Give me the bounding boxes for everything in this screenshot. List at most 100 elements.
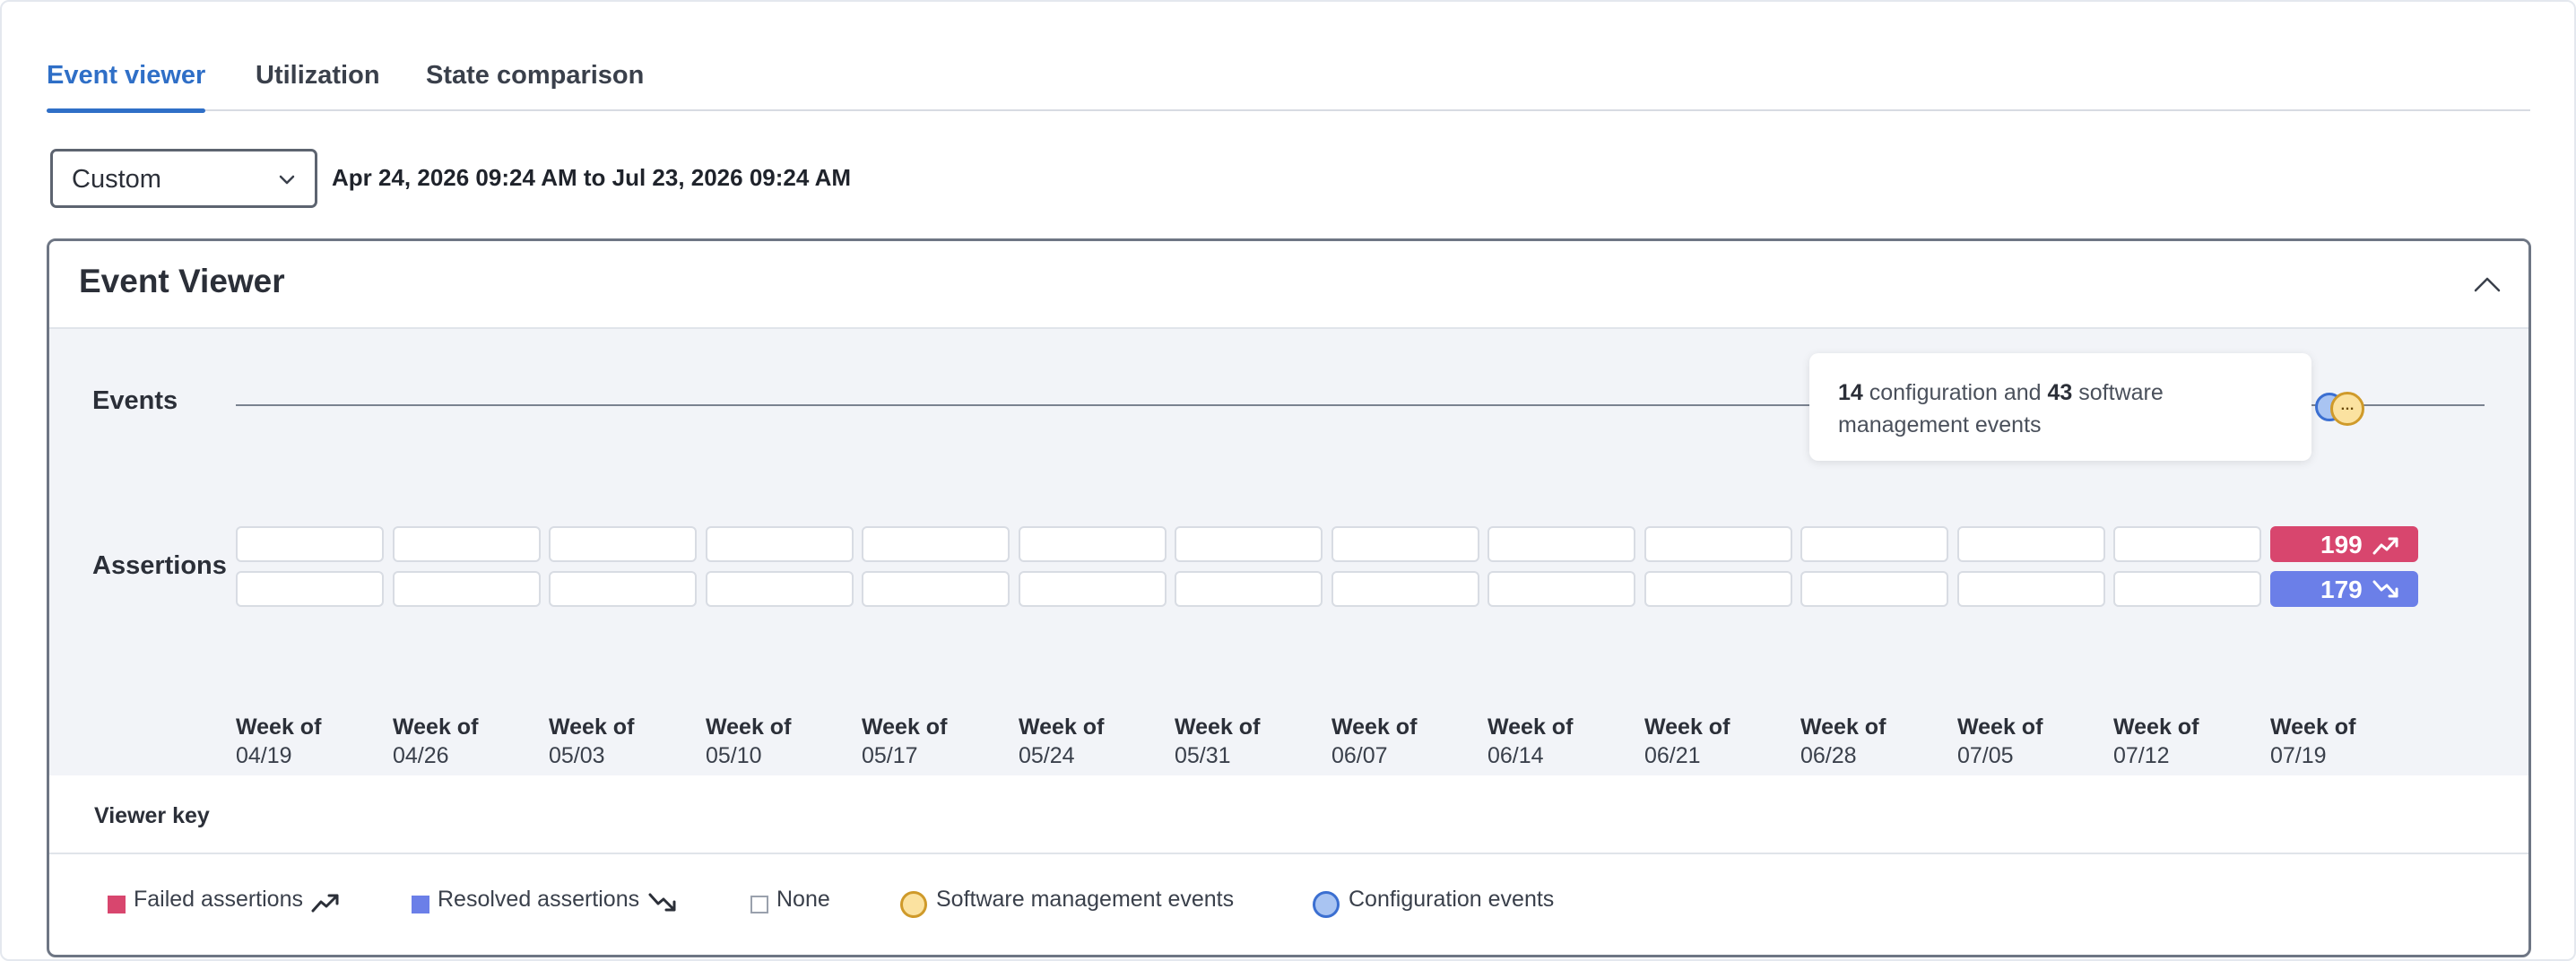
failed-assertions-cell[interactable] <box>1487 526 1635 562</box>
week-label: Week of 06/14 <box>1487 713 1573 770</box>
tab-bar: Event viewer Utilization State compariso… <box>47 52 2530 113</box>
week-label-date: 05/17 <box>862 743 918 768</box>
week-label: Week of 05/17 <box>862 713 947 770</box>
failed-assertions-cell[interactable] <box>1957 526 2105 562</box>
week-label-date: 04/19 <box>236 743 292 768</box>
week-label-prefix: Week of <box>1487 714 1574 740</box>
failed-assertions-cell[interactable] <box>706 526 854 562</box>
resolved-assertions-cell[interactable] <box>1175 571 1323 607</box>
tab-utilization[interactable]: Utilization <box>256 61 380 111</box>
resolved-assertions-cell[interactable] <box>549 571 697 607</box>
chevron-down-icon <box>279 175 295 185</box>
tooltip-config-count: 14 <box>1838 380 1863 405</box>
software-event-marker[interactable]: … <box>2330 392 2364 426</box>
software-event-circle-icon <box>900 891 927 918</box>
legend-resolved-label: Resolved assertions <box>438 887 640 912</box>
week-label-date: 06/07 <box>1331 743 1388 768</box>
legend-software-label: Software management events <box>936 887 1235 912</box>
resolved-assertions-cell[interactable] <box>706 571 854 607</box>
week-label-date: 06/21 <box>1644 743 1701 768</box>
trend-down-icon <box>648 893 676 912</box>
chevron-up-icon[interactable] <box>2473 272 2502 297</box>
panel-title: Event Viewer <box>79 263 285 299</box>
week-label-prefix: Week of <box>1800 714 1886 740</box>
week-label-prefix: Week of <box>2270 714 2356 740</box>
event-viewer-panel: Event Viewer Events 14 configuration and… <box>47 238 2531 957</box>
events-tooltip: 14 configuration and 43 software managem… <box>1809 353 2311 461</box>
failed-assertions-cell[interactable] <box>1800 526 1948 562</box>
week-label: Week of 07/19 <box>2270 713 2355 770</box>
viewer-key-title: Viewer key <box>94 803 210 828</box>
tooltip-config-text: configuration and <box>1862 380 2048 405</box>
events-row-label: Events <box>92 386 178 415</box>
date-range-select[interactable]: Custom <box>50 149 317 208</box>
resolved-assertions-cell[interactable] <box>862 571 1010 607</box>
week-label-date: 07/05 <box>1957 743 2014 768</box>
event-timeline: Events 14 configuration and 43 software … <box>49 329 2528 775</box>
failed-assertions-cell[interactable] <box>1175 526 1323 562</box>
legend-config-label: Configuration events <box>1349 887 1555 912</box>
failed-assertions-cell[interactable] <box>862 526 1010 562</box>
week-label-prefix: Week of <box>1957 714 2043 740</box>
week-label: Week of 07/12 <box>2113 713 2199 770</box>
trend-up-icon <box>311 894 339 913</box>
resolved-assertions-cell[interactable] <box>1019 571 1167 607</box>
week-label-prefix: Week of <box>1019 714 1105 740</box>
legend-failed-label: Failed assertions <box>134 887 303 912</box>
failed-assertions-cell[interactable] <box>2113 526 2261 562</box>
resolved-assertions-cell[interactable] <box>393 571 541 607</box>
week-label-prefix: Week of <box>1644 714 1730 740</box>
week-label-date: 07/19 <box>2270 743 2327 768</box>
panel-header: Event Viewer <box>49 241 2528 329</box>
failed-swatch-icon <box>108 896 126 913</box>
week-label-date: 07/12 <box>2113 743 2170 768</box>
trend-up-icon <box>2372 537 2398 555</box>
resolved-assertions-count: 179 <box>2320 576 2363 603</box>
week-label-date: 05/24 <box>1019 743 1075 768</box>
failed-assertions-cell[interactable]: 199 <box>2270 526 2418 562</box>
failed-assertions-cell[interactable] <box>1019 526 1167 562</box>
resolved-assertions-cell[interactable] <box>1487 571 1635 607</box>
tab-state-comparison[interactable]: State comparison <box>426 61 644 111</box>
date-range-text: Apr 24, 2026 09:24 AM to Jul 23, 2026 09… <box>332 164 852 191</box>
week-label-date: 05/31 <box>1175 743 1231 768</box>
resolved-assertions-cell[interactable] <box>1800 571 1948 607</box>
week-label-date: 04/26 <box>393 743 449 768</box>
week-label: Week of 05/03 <box>549 713 634 770</box>
week-label-date: 06/28 <box>1800 743 1857 768</box>
week-label: Week of 05/31 <box>1175 713 1260 770</box>
resolved-assertions-cell[interactable] <box>1331 571 1479 607</box>
week-label-prefix: Week of <box>393 714 479 740</box>
assertions-row-label: Assertions <box>92 551 227 580</box>
failed-assertions-cell[interactable] <box>236 526 384 562</box>
failed-assertions-cell[interactable] <box>1331 526 1479 562</box>
date-range-select-value: Custom <box>72 165 161 194</box>
week-label: Week of 04/19 <box>236 713 321 770</box>
resolved-swatch-icon <box>412 896 429 913</box>
week-label-prefix: Week of <box>706 714 792 740</box>
failed-assertions-cell[interactable] <box>1644 526 1792 562</box>
week-label-prefix: Week of <box>236 714 322 740</box>
failed-assertions-cell[interactable] <box>393 526 541 562</box>
week-label-date: 06/14 <box>1487 743 1544 768</box>
resolved-assertions-cell[interactable]: 179 <box>2270 571 2418 607</box>
tooltip-software-count: 43 <box>2047 380 2073 405</box>
week-label-date: 05/03 <box>549 743 605 768</box>
week-label-prefix: Week of <box>2113 714 2199 740</box>
resolved-assertions-cell[interactable] <box>236 571 384 607</box>
week-label: Week of 05/10 <box>706 713 791 770</box>
viewer-key-header: Viewer key <box>49 775 2528 854</box>
resolved-assertions-cell[interactable] <box>1644 571 1792 607</box>
resolved-assertions-cell[interactable] <box>1957 571 2105 607</box>
week-label-prefix: Week of <box>862 714 948 740</box>
tab-event-viewer[interactable]: Event viewer <box>47 61 206 113</box>
week-label: Week of 06/28 <box>1800 713 1886 770</box>
week-label-prefix: Week of <box>1331 714 1418 740</box>
none-swatch-icon <box>750 896 768 913</box>
week-label: Week of 04/26 <box>393 713 478 770</box>
week-label: Week of 05/24 <box>1019 713 1104 770</box>
resolved-assertions-cell[interactable] <box>2113 571 2261 607</box>
failed-assertions-cell[interactable] <box>549 526 697 562</box>
config-event-circle-icon <box>1313 891 1340 918</box>
week-label-prefix: Week of <box>549 714 635 740</box>
